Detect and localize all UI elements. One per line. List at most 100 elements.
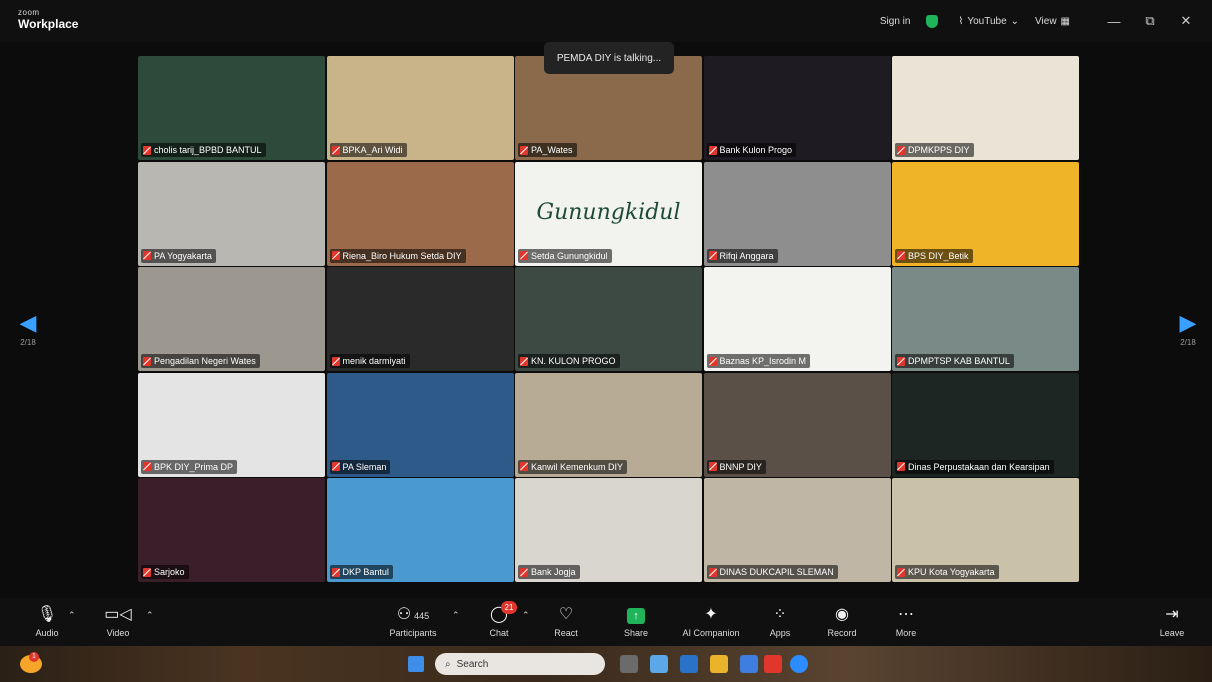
teams-icon[interactable]	[680, 655, 698, 673]
participants-options-caret[interactable]: ⌃	[452, 610, 460, 621]
participant-name-label: BPS DIY_Betik	[895, 248, 973, 263]
participant-tile[interactable]: PA Sleman	[326, 372, 514, 477]
mic-muted-icon	[331, 251, 340, 260]
participant-name: menik darmiyati	[342, 356, 406, 366]
participant-name-label: PA Sleman	[329, 459, 391, 474]
chat-label: Chat	[489, 628, 509, 638]
participant-tile[interactable]: Kanwil Kemenkum DIY	[515, 372, 702, 477]
mic-muted-icon	[708, 145, 717, 155]
participant-tile[interactable]: KPU Kota Yogyakarta	[892, 478, 1079, 582]
mic-muted-icon	[331, 567, 340, 577]
participant-name: KPU Kota Yogyakarta	[908, 567, 995, 577]
participant-name-label: PA Yogyakarta	[141, 248, 216, 263]
mic-muted-icon	[897, 251, 905, 260]
participant-name-label: Sarjoko	[141, 565, 189, 579]
participant-name: Kanwil Kemenkum DIY	[531, 461, 624, 472]
participant-tile[interactable]: Riena_Biro Hukum Setda DIY	[326, 161, 514, 266]
participant-tile[interactable]: Dinas Perpustakaan dan Kearsipan	[892, 372, 1079, 477]
app-icon-1[interactable]	[650, 655, 668, 673]
zoom-app-icon[interactable]	[790, 655, 808, 673]
zoom-workplace-logo: zoom Workplace	[18, 8, 78, 31]
participant-tile[interactable]: DPMKPPS DIY	[892, 56, 1079, 160]
windows-start-icon[interactable]	[408, 656, 424, 672]
mic-muted-icon	[331, 145, 340, 155]
view-menu-button[interactable]: View ▦	[1035, 16, 1070, 27]
participants-button[interactable]: ⚇ 445 Participants	[380, 604, 446, 638]
participant-tile[interactable]: Rifqi Anggara	[703, 161, 891, 266]
participant-tile[interactable]: Gunungkidul Setda Gunungkidul	[515, 161, 702, 266]
weather-widget-icon[interactable]: 1	[20, 652, 42, 673]
ai-companion-button[interactable]: ✦ AI Companion	[672, 604, 750, 638]
participant-name-label: DPMPTSP KAB BANTUL	[895, 354, 1014, 368]
record-button[interactable]: ◉ Record	[810, 604, 874, 638]
participant-tile[interactable]: cholis tarij_BPBD BANTUL	[138, 56, 325, 160]
restore-button[interactable]: ⧉	[1132, 13, 1168, 29]
participant-name-label: DPMKPPS DIY	[895, 143, 974, 157]
participant-tile[interactable]: Bank Jogja	[515, 478, 702, 582]
sign-in-link[interactable]: Sign in	[880, 16, 911, 27]
leave-button[interactable]: ⇥ Leave	[1140, 604, 1204, 638]
participant-tile[interactable]: PA Yogyakarta	[138, 161, 325, 266]
audio-label: Audio	[35, 628, 59, 638]
participant-name-label: Bank Kulon Progo	[706, 143, 797, 157]
mic-muted-icon	[897, 356, 905, 366]
record-icon: ◉	[835, 606, 849, 623]
participant-name-label: cholis tarij_BPBD BANTUL	[141, 143, 266, 157]
ai-companion-label: AI Companion	[682, 628, 740, 638]
participant-tile[interactable]: KN. KULON PROGO	[515, 267, 702, 371]
participants-count: 445	[414, 611, 430, 621]
mic-muted-icon	[143, 251, 151, 260]
titlebar-controls: Sign in ⌇ YouTube ⌄ View ▦ — ⧉ ✕	[880, 0, 1212, 42]
brave-browser-icon[interactable]	[764, 655, 782, 673]
more-button[interactable]: ⋯ More	[874, 604, 938, 638]
leave-label: Leave	[1159, 628, 1185, 638]
participant-name: PA_Wates	[531, 145, 573, 155]
participant-tile[interactable]: BNNP DIY	[703, 372, 891, 477]
share-label: Share	[623, 628, 649, 638]
participant-tile[interactable]: BPK DIY_Prima DP	[138, 372, 325, 477]
apps-label: Apps	[769, 628, 791, 638]
minimize-button[interactable]: —	[1096, 14, 1132, 29]
chat-options-caret[interactable]: ⌃	[522, 610, 530, 621]
next-page-button[interactable]: ▶ 2/18	[1175, 310, 1201, 347]
arrow-left-icon: ◀	[19, 310, 37, 335]
participant-tile[interactable]: DINAS DUKCAPIL SLEMAN	[703, 478, 891, 582]
participant-tile[interactable]: Pengadilan Negeri Wates	[138, 267, 325, 371]
participant-tile[interactable]: BPKA_Ari Widi	[326, 56, 514, 160]
participant-name: PA Sleman	[342, 461, 387, 472]
mail-icon[interactable]	[740, 655, 758, 673]
participant-tile[interactable]: Baznas KP_Isrodin M	[703, 267, 891, 371]
task-view-icon[interactable]	[620, 655, 638, 673]
participant-tile[interactable]: Bank Kulon Progo	[703, 56, 891, 160]
taskbar-search[interactable]: ⌕ Search	[435, 653, 605, 675]
security-shield[interactable]	[926, 14, 942, 28]
zoom-window: zoom Workplace Sign in ⌇ YouTube ⌄ View …	[0, 0, 1212, 682]
page-indicator-left: 2/18	[20, 338, 36, 347]
livestream-youtube-dropdown[interactable]: ⌇ YouTube ⌄	[958, 16, 1019, 27]
participant-name: Sarjoko	[154, 567, 185, 577]
active-speaker-indicator: PEMDA DIY is talking...	[544, 42, 674, 74]
prev-page-button[interactable]: ◀ 2/18	[15, 310, 41, 347]
share-button[interactable]: ↑ Share	[604, 604, 668, 638]
close-button[interactable]: ✕	[1168, 13, 1204, 29]
participant-tile[interactable]: BPS DIY_Betik	[892, 161, 1079, 266]
mic-muted-icon	[520, 356, 528, 366]
participant-tile[interactable]: DKP Bantul	[326, 478, 514, 582]
participant-tile[interactable]: Sarjoko	[138, 478, 325, 582]
file-explorer-icon[interactable]	[710, 655, 728, 673]
apps-button[interactable]: ⁘ Apps	[748, 604, 812, 638]
participant-name: Setda Gunungkidul	[531, 250, 608, 261]
apps-icon: ⁘	[773, 606, 787, 623]
video-options-caret[interactable]: ⌃	[146, 610, 154, 621]
participant-name: PA Yogyakarta	[154, 250, 212, 261]
meeting-toolbar: 🎙︎ Audio ⌃ ▭◁ Video ⌃ ⚇ 445 Participants …	[0, 598, 1212, 646]
participant-name: BPK DIY_Prima DP	[154, 461, 234, 472]
video-button[interactable]: ▭◁ Video	[86, 604, 150, 638]
participant-tile[interactable]: menik darmiyati	[326, 267, 514, 371]
audio-options-caret[interactable]: ⌃	[68, 610, 76, 621]
participant-tile[interactable]: DPMPTSP KAB BANTUL	[892, 267, 1079, 371]
mic-muted-icon	[520, 462, 528, 471]
logo-small-text: zoom	[18, 8, 40, 17]
react-button[interactable]: ♡ React	[534, 604, 598, 638]
participant-name: KN. KULON PROGO	[531, 356, 616, 366]
